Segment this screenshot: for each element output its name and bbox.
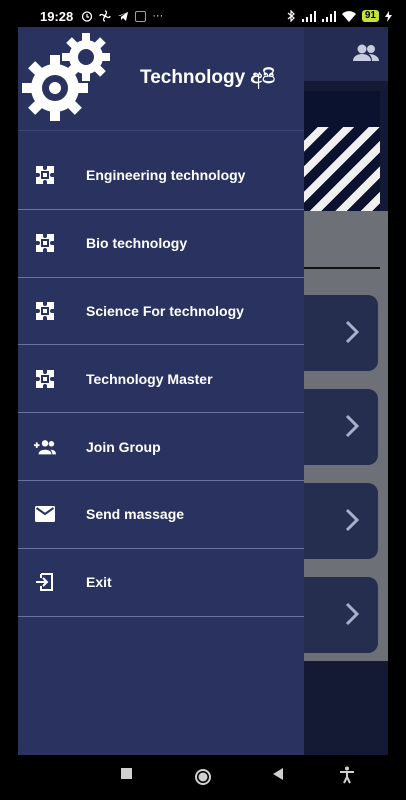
- menu-item-engineering-technology[interactable]: Engineering technology: [18, 142, 304, 210]
- drawer-menu: Engineering technology Bio technology Sc…: [18, 142, 304, 617]
- chevron-right-icon: [345, 508, 360, 532]
- signal-icon: [301, 10, 316, 22]
- signal-icon: [321, 10, 336, 22]
- chevron-right-icon: [345, 414, 360, 438]
- bluetooth-icon: [287, 10, 295, 22]
- menu-item-label: Send massage: [86, 506, 185, 523]
- menu-item-send-massage[interactable]: Send massage: [18, 481, 304, 549]
- puzzle-icon: [34, 368, 56, 390]
- menu-item-label: Bio technology: [86, 235, 188, 252]
- puzzle-icon: [34, 164, 56, 186]
- telegram-icon: [118, 12, 129, 21]
- menu-item-label: Join Group: [86, 438, 161, 455]
- navigation-drawer: Technology අපි Engineering technology Bi…: [18, 27, 304, 755]
- menu-item-label: Science For technology: [86, 302, 244, 319]
- menu-item-technology-master[interactable]: Technology Master: [18, 345, 304, 414]
- puzzle-icon: [34, 232, 56, 254]
- chevron-right-icon: [345, 602, 360, 626]
- menu-item-label: Engineering technology: [86, 167, 246, 184]
- fan-icon: [99, 10, 111, 22]
- back-triangle-icon[interactable]: [271, 767, 285, 781]
- menu-item-bio-technology[interactable]: Bio technology: [18, 210, 304, 278]
- menu-item-label: Technology Master: [86, 370, 213, 387]
- alarm-icon: [82, 11, 93, 22]
- home-circle-icon[interactable]: [194, 768, 212, 786]
- menu-item-join-group[interactable]: Join Group: [18, 413, 304, 481]
- status-notification-icons: ···: [81, 10, 163, 22]
- charging-icon: [385, 10, 392, 22]
- people-icon[interactable]: [352, 41, 380, 65]
- accessibility-icon[interactable]: [339, 766, 355, 784]
- menu-item-label: Exit: [86, 574, 112, 591]
- status-system-icons: 91: [287, 10, 392, 22]
- app-icon: [135, 10, 147, 22]
- chevron-right-icon: [345, 320, 360, 344]
- recents-square-icon[interactable]: [120, 767, 134, 781]
- status-time: 19:28: [40, 8, 74, 24]
- drawer-header: Technology අපි: [18, 27, 304, 131]
- puzzle-icon: [34, 300, 56, 322]
- group-add-icon: [34, 436, 56, 458]
- mail-icon: [34, 503, 56, 525]
- divider: [304, 267, 380, 269]
- wifi-icon: [341, 10, 356, 22]
- menu-item-exit[interactable]: Exit: [18, 549, 304, 617]
- menu-item-science-for-technology[interactable]: Science For technology: [18, 278, 304, 346]
- more-icon: ···: [152, 10, 164, 22]
- system-nav-bar: [0, 755, 406, 800]
- exit-icon: [34, 571, 56, 593]
- gear-icon: [22, 55, 88, 121]
- drawer-title: Technology අපි: [140, 67, 276, 88]
- battery-icon: 91: [361, 10, 379, 22]
